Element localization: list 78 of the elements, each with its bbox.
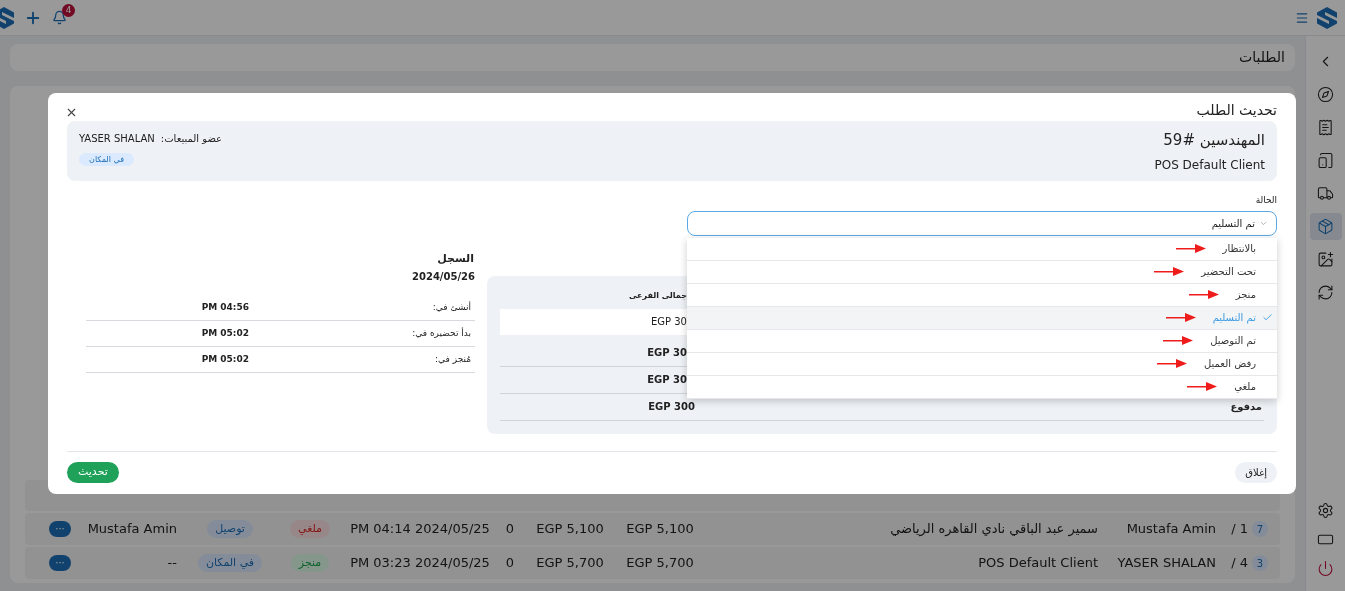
status-badge: ملغي [290,520,330,538]
order-type-badge: في المكان [197,554,263,572]
summary-value: EGP 300 [647,400,695,414]
column-header: جمالى الفرعى [627,289,687,302]
sales-member-name: YASER SHALAN [79,132,155,146]
date-time-text: PM 04:14 2024/05/25 [350,521,490,537]
summary-value: EGP 30 [646,373,687,387]
arrow-icon [1163,336,1194,345]
arrow-icon [1165,313,1196,322]
bell-icon[interactable] [52,10,67,25]
history-time: PM 04:56 [200,300,249,314]
order-type-badge: في المكان [79,153,135,166]
status-badge: منجز [290,554,330,572]
order-name: المهندسين #59 [1163,130,1265,151]
truck-icon [1317,185,1334,202]
count-badge: 3 [1252,555,1268,571]
amount-text: EGP 5,100 [626,521,694,537]
actions-button[interactable]: ··· [49,555,71,571]
history-label: مُنجز في: [435,352,472,366]
history-time: PM 05:02 [200,352,249,366]
status-option[interactable]: منجز [687,283,1277,307]
amount-text: EGP 5,700 [536,555,604,571]
status-option[interactable]: تحت التحضير [687,260,1277,284]
arrow-icon [1175,244,1206,253]
summary-value: EGP 30 [646,346,687,360]
order-type-badge: توصيل [207,520,253,538]
actions-button[interactable]: ··· [49,521,71,537]
logo-icon [1317,6,1337,29]
summary-label: مدفوع [1230,400,1263,414]
history-title: السجل [437,251,474,265]
receipt-icon [1317,119,1334,136]
notification-badge: 4 [62,4,75,17]
amount-text: EGP 5,700 [626,555,694,571]
driver-name: -- [167,555,177,571]
history-label: أنشئ في: [432,300,472,314]
page-title: الطلبات [1239,48,1285,67]
count-badge: 7 [1252,521,1268,537]
customer-name: POS Default Client [978,555,1098,571]
discount-text: 0 [505,521,515,537]
status-select[interactable]: تم التسليم [687,210,1277,236]
history-time: PM 05:02 [200,326,249,340]
date-time-text: PM 03:23 2024/05/25 [350,555,490,571]
sidebar-item[interactable] [1309,213,1342,240]
status-option[interactable]: ملغي [687,375,1277,399]
box-icon [1317,218,1334,235]
history-date: 2024/05/26 [412,271,475,282]
driver-name: Mustafa Amin [87,521,177,537]
dialog-title: تحديث الطلب [1196,101,1277,120]
close-button[interactable]: إغلاق [1235,461,1277,483]
sales-member-label: عضو المبيعات: [160,132,223,146]
order-number: 4 / [1231,554,1248,573]
arrow-icon [1154,267,1185,276]
status-option[interactable]: رفض العميل [687,352,1277,376]
amount-text: EGP 5,100 [536,521,604,537]
sales-member-name: Mustafa Amin [1126,521,1216,537]
arrow-icon [1156,359,1187,368]
summary-value: EGP 30 [650,315,687,329]
arrow-icon [1188,290,1219,299]
compass-icon [1317,86,1334,103]
order-number: 1 / [1231,520,1248,539]
power-icon[interactable] [1317,560,1334,577]
arrow-icon [1187,382,1218,391]
settings-icon[interactable] [1317,502,1334,519]
image-icon [1317,251,1334,268]
discount-text: 0 [505,555,515,571]
status-label: الحالة [1255,195,1277,205]
sync-icon [1317,284,1334,301]
check-icon [1261,312,1273,323]
devices-icon [1317,152,1334,169]
customer-name: سمير عبد الباقي نادي القاهره الرياضي [890,521,1098,537]
history-label: بدأ تحضيره في: [412,326,472,340]
sales-member-name: YASER SHALAN [1117,555,1216,571]
close-icon[interactable] [65,106,78,119]
customer-name: POS Default Client [1154,156,1265,174]
menu-icon[interactable] [1295,10,1309,25]
status-option[interactable]: تم التوصيل [687,329,1277,353]
status-option[interactable]: بالانتظار [687,237,1277,261]
logo-icon [0,6,14,29]
